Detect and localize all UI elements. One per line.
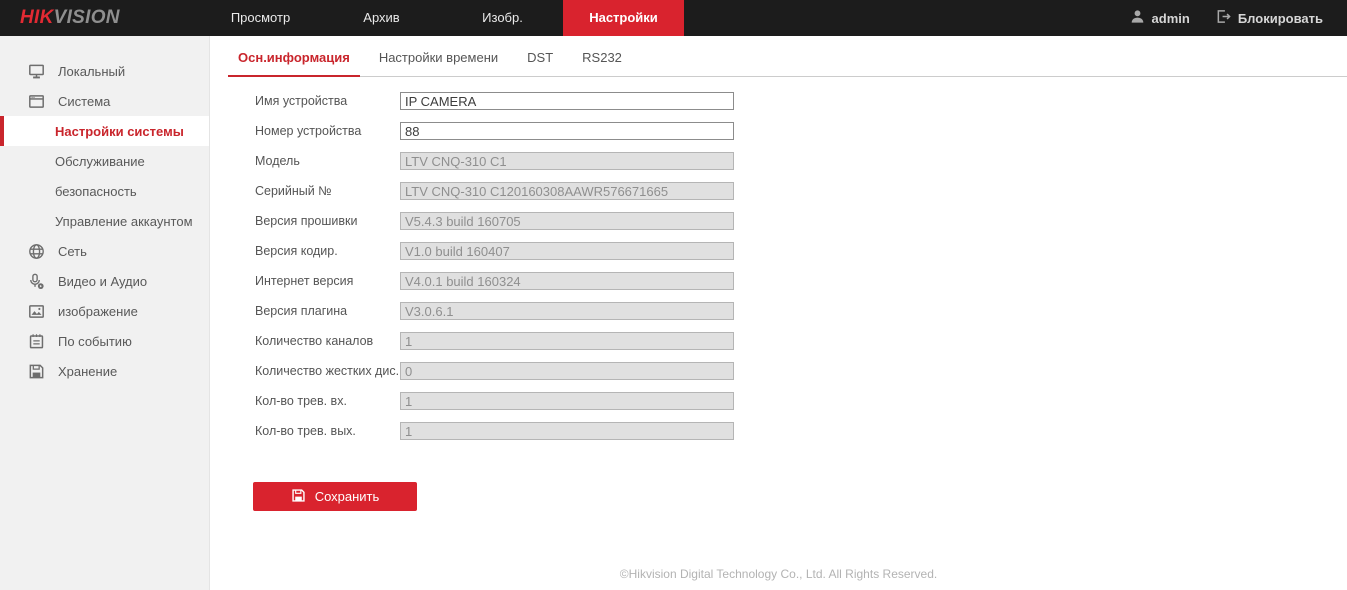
- alarm-output-count-value: [400, 422, 734, 440]
- form-row: Имя устройства: [210, 86, 1347, 116]
- sidebar-item-label: Обслуживание: [55, 154, 145, 169]
- sidebar-item-label: Настройки системы: [55, 124, 184, 139]
- sidebar-item-event[interactable]: По событию: [0, 326, 209, 356]
- sidebar-item-user-management[interactable]: Управление аккаунтом: [0, 206, 209, 236]
- device-no-label: Номер устройства: [255, 124, 400, 138]
- nav-item-playback[interactable]: Архив: [321, 0, 442, 36]
- sidebar-item-label: Хранение: [58, 364, 117, 379]
- hikvision-logo: HIKVISION: [0, 0, 200, 36]
- serial-no-label: Серийный №: [255, 184, 400, 198]
- web-version-label: Интернет версия: [255, 274, 400, 288]
- nav-item-picture[interactable]: Изобр.: [442, 0, 563, 36]
- plugin-version-value: [400, 302, 734, 320]
- lock-button[interactable]: Блокировать: [1216, 9, 1323, 27]
- main-layout: Локальный Система Настройки системы Обсл…: [0, 36, 1347, 590]
- sidebar-item-system-settings[interactable]: Настройки системы: [0, 116, 209, 146]
- topbar-right: admin Блокировать: [1130, 0, 1347, 36]
- serial-no-value: [400, 182, 734, 200]
- nav-item-live-view[interactable]: Просмотр: [200, 0, 321, 36]
- image-icon: [28, 303, 45, 320]
- sidebar-item-label: Сеть: [58, 244, 87, 259]
- model-label: Модель: [255, 154, 400, 168]
- form-row: Модель: [210, 146, 1347, 176]
- tab-time-settings[interactable]: Настройки времени: [369, 50, 508, 77]
- sidebar-item-image[interactable]: изображение: [0, 296, 209, 326]
- form-row: Серийный №: [210, 176, 1347, 206]
- tab-basic-information[interactable]: Осн.информация: [228, 50, 360, 77]
- topbar: HIKVISION Просмотр Архив Изобр. Настройк…: [0, 0, 1347, 36]
- basic-info-form: Имя устройства Номер устройства Модель С…: [210, 77, 1347, 511]
- copyright-footer: ©Hikvision Digital Technology Co., Ltd. …: [210, 567, 1347, 581]
- form-row: Версия кодир.: [210, 236, 1347, 266]
- sidebar-item-label: Локальный: [58, 64, 125, 79]
- sidebar-item-label: безопасность: [55, 184, 137, 199]
- form-row: Кол-во трев. вых.: [210, 416, 1347, 446]
- encoding-version-label: Версия кодир.: [255, 244, 400, 258]
- sidebar-item-network[interactable]: Сеть: [0, 236, 209, 266]
- sidebar: Локальный Система Настройки системы Обсл…: [0, 36, 210, 590]
- storage-disk-icon: [28, 363, 45, 380]
- web-version-value: [400, 272, 734, 290]
- sidebar-item-security[interactable]: безопасность: [0, 176, 209, 206]
- logout-icon: [1216, 9, 1231, 27]
- hdd-count-label: Количество жестких дис...: [255, 364, 400, 378]
- form-row: Количество жестких дис...: [210, 356, 1347, 386]
- logo-vision: VISION: [54, 7, 120, 29]
- alarm-output-count-label: Кол-во трев. вых.: [255, 424, 400, 438]
- sidebar-item-label: Управление аккаунтом: [55, 214, 193, 229]
- save-area: Сохранить: [210, 482, 1347, 511]
- user-name: admin: [1152, 11, 1190, 26]
- nav-item-configuration[interactable]: Настройки: [563, 0, 684, 36]
- sidebar-item-local[interactable]: Локальный: [0, 56, 209, 86]
- save-button-label: Сохранить: [315, 489, 380, 504]
- form-row: Версия плагина: [210, 296, 1347, 326]
- form-row: Количество каналов: [210, 326, 1347, 356]
- window-icon: [28, 93, 45, 110]
- microphone-icon: [28, 273, 45, 290]
- sidebar-item-label: Система: [58, 94, 110, 109]
- encoding-version-value: [400, 242, 734, 260]
- sidebar-item-storage[interactable]: Хранение: [0, 356, 209, 386]
- device-name-input[interactable]: [400, 92, 734, 110]
- monitor-icon: [28, 63, 45, 80]
- tab-rs232[interactable]: RS232: [572, 50, 632, 77]
- form-row: Версия прошивки: [210, 206, 1347, 236]
- channel-count-label: Количество каналов: [255, 334, 400, 348]
- tab-dst[interactable]: DST: [517, 50, 563, 77]
- sidebar-item-label: По событию: [58, 334, 132, 349]
- settings-tabs: Осн.информация Настройки времени DST RS2…: [228, 36, 1347, 77]
- logo-hik: HIK: [20, 7, 54, 29]
- lock-label: Блокировать: [1238, 11, 1323, 26]
- firmware-version-label: Версия прошивки: [255, 214, 400, 228]
- plugin-version-label: Версия плагина: [255, 304, 400, 318]
- alarm-input-count-label: Кол-во трев. вх.: [255, 394, 400, 408]
- hdd-count-value: [400, 362, 734, 380]
- save-button[interactable]: Сохранить: [253, 482, 417, 511]
- device-no-input[interactable]: [400, 122, 734, 140]
- sidebar-item-label: Видео и Аудио: [58, 274, 147, 289]
- form-row: Интернет версия: [210, 266, 1347, 296]
- current-user: admin: [1130, 9, 1190, 27]
- firmware-version-value: [400, 212, 734, 230]
- channel-count-value: [400, 332, 734, 350]
- device-name-label: Имя устройства: [255, 94, 400, 108]
- form-row: Номер устройства: [210, 116, 1347, 146]
- globe-icon: [28, 243, 45, 260]
- user-icon: [1130, 9, 1145, 27]
- sidebar-item-system[interactable]: Система: [0, 86, 209, 116]
- sidebar-item-maintenance[interactable]: Обслуживание: [0, 146, 209, 176]
- sidebar-item-video-audio[interactable]: Видео и Аудио: [0, 266, 209, 296]
- event-calendar-icon: [28, 333, 45, 350]
- form-row: Кол-во трев. вх.: [210, 386, 1347, 416]
- main-nav: Просмотр Архив Изобр. Настройки: [200, 0, 684, 36]
- alarm-input-count-value: [400, 392, 734, 410]
- save-icon: [291, 488, 306, 506]
- model-value: [400, 152, 734, 170]
- sidebar-item-label: изображение: [58, 304, 138, 319]
- content-area: Осн.информация Настройки времени DST RS2…: [210, 36, 1347, 590]
